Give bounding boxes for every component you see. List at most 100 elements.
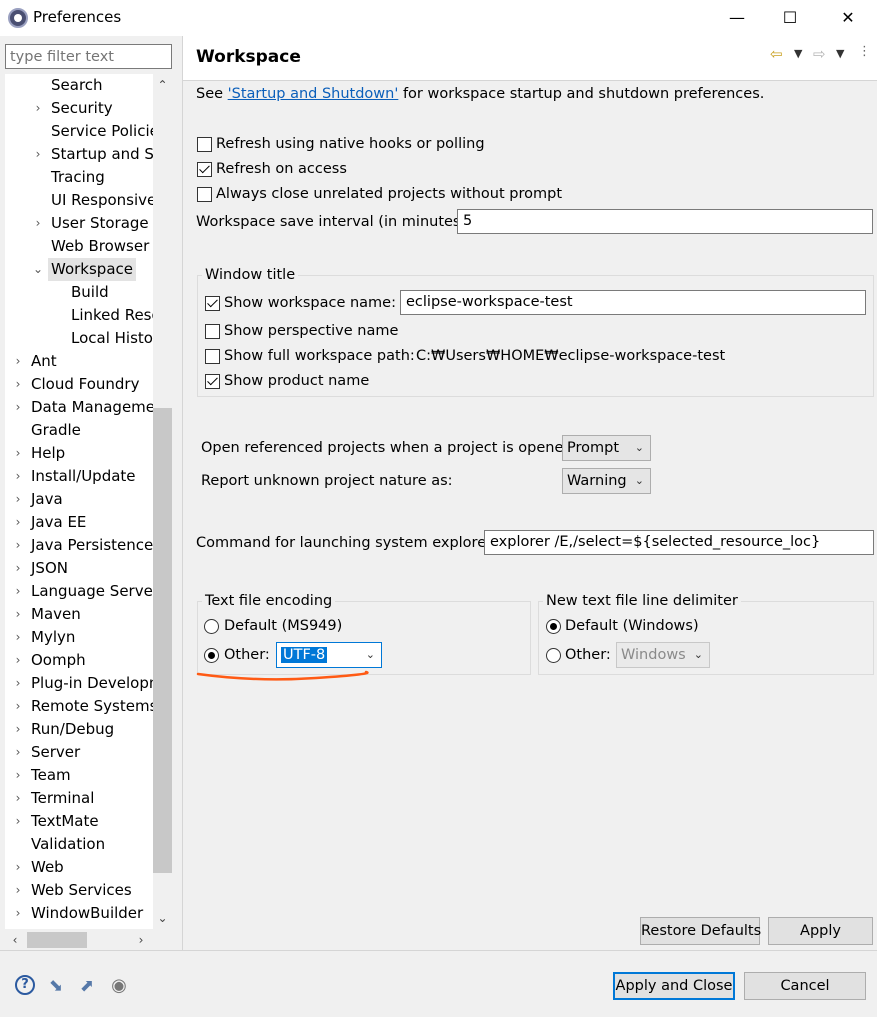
tree-item[interactable]: › JSON xyxy=(5,557,153,580)
chevron-right-icon[interactable]: › xyxy=(11,741,25,764)
tree-item[interactable]: › Maven xyxy=(5,603,153,626)
tree-item[interactable]: › Plug-in Development xyxy=(5,672,153,695)
tree-item[interactable]: Service Policies xyxy=(5,120,153,143)
tree-item[interactable]: › Java Persistence xyxy=(5,534,153,557)
cancel-button[interactable]: Cancel xyxy=(744,972,866,1000)
filter-input[interactable] xyxy=(5,44,172,69)
command-input[interactable]: explorer /E,/select=${selected_resource_… xyxy=(484,530,874,555)
tree-item[interactable]: › Mylyn xyxy=(5,626,153,649)
chevron-right-icon[interactable]: › xyxy=(11,534,25,557)
tree-item[interactable]: Local History xyxy=(5,327,153,350)
tree-item[interactable]: › WindowBuilder xyxy=(5,902,153,925)
tree-item[interactable]: Gradle xyxy=(5,419,153,442)
chevron-right-icon[interactable]: › xyxy=(11,856,25,879)
minimize-icon[interactable]: — xyxy=(712,0,762,36)
startup-shutdown-link[interactable]: 'Startup and Shutdown' xyxy=(228,86,399,102)
tree-item[interactable]: › Web Services xyxy=(5,879,153,902)
unknown-nature-select[interactable]: Warning ⌄ xyxy=(562,468,651,494)
chevron-right-icon[interactable]: › xyxy=(11,396,25,419)
chevron-right-icon[interactable]: › xyxy=(11,603,25,626)
back-history-dropdown-icon[interactable]: ▼ xyxy=(794,47,802,60)
chevron-right-icon[interactable]: › xyxy=(11,672,25,695)
chevron-right-icon[interactable]: › xyxy=(31,143,45,166)
delimiter-default-radio[interactable] xyxy=(546,619,561,634)
tree-item[interactable]: Search xyxy=(5,74,153,97)
show-workspace-name-label[interactable]: Show workspace name: xyxy=(224,295,396,311)
export-icon[interactable]: ⬈ xyxy=(76,975,98,997)
tree-item[interactable]: Tracing xyxy=(5,166,153,189)
encoding-default-radio[interactable] xyxy=(204,619,219,634)
tree-item[interactable]: › Terminal xyxy=(5,787,153,810)
tree-item[interactable]: › Language Servers xyxy=(5,580,153,603)
tree-item[interactable]: › Startup and Shutdown xyxy=(5,143,153,166)
import-icon[interactable]: ⬊ xyxy=(45,975,67,997)
scroll-left-icon[interactable]: ‹ xyxy=(6,930,24,950)
chevron-right-icon[interactable]: › xyxy=(11,465,25,488)
tree-item[interactable]: › Web xyxy=(5,856,153,879)
always-close-label[interactable]: Always close unrelated projects without … xyxy=(216,186,562,202)
chevron-right-icon[interactable]: › xyxy=(11,350,25,373)
chevron-right-icon[interactable]: › xyxy=(11,488,25,511)
tree-item[interactable]: ⌄ Workspace xyxy=(5,258,153,281)
refresh-access-label[interactable]: Refresh on access xyxy=(216,161,347,177)
forward-history-dropdown-icon[interactable]: ▼ xyxy=(836,47,844,60)
workspace-name-input[interactable]: eclipse-workspace-test xyxy=(400,290,866,315)
show-product-label[interactable]: Show product name xyxy=(224,373,369,389)
tree-item[interactable]: › Security xyxy=(5,97,153,120)
refresh-access-checkbox[interactable] xyxy=(197,162,212,177)
tree-item[interactable]: › Oomph xyxy=(5,649,153,672)
tree-item[interactable]: › Run/Debug xyxy=(5,718,153,741)
chevron-right-icon[interactable]: › xyxy=(11,810,25,833)
tree-item[interactable]: › User Storage Service xyxy=(5,212,153,235)
tree-item[interactable]: Web Browser xyxy=(5,235,153,258)
show-workspace-name-checkbox[interactable] xyxy=(205,296,220,311)
tree-vertical-scroll-thumb[interactable] xyxy=(153,408,172,873)
record-icon[interactable]: ◉ xyxy=(108,975,130,997)
tree-item[interactable]: › Team xyxy=(5,764,153,787)
chevron-right-icon[interactable]: › xyxy=(11,764,25,787)
delimiter-other-label[interactable]: Other: xyxy=(565,647,611,663)
chevron-right-icon[interactable]: › xyxy=(11,718,25,741)
chevron-right-icon[interactable]: › xyxy=(11,511,25,534)
forward-arrow-icon[interactable]: ⇨ xyxy=(813,45,826,63)
chevron-right-icon[interactable]: › xyxy=(31,212,45,235)
refresh-native-label[interactable]: Refresh using native hooks or polling xyxy=(216,136,485,152)
chevron-right-icon[interactable]: › xyxy=(31,97,45,120)
help-icon[interactable]: ? xyxy=(15,975,35,995)
tree-item[interactable]: Linked Resources xyxy=(5,304,153,327)
chevron-right-icon[interactable]: › xyxy=(11,902,25,925)
chevron-right-icon[interactable]: › xyxy=(11,787,25,810)
close-icon[interactable]: ✕ xyxy=(823,0,873,36)
delimiter-default-label[interactable]: Default (Windows) xyxy=(565,618,699,634)
show-full-path-checkbox[interactable] xyxy=(205,349,220,364)
scroll-up-icon[interactable]: ⌃ xyxy=(153,74,172,96)
encoding-other-label[interactable]: Other: xyxy=(224,647,270,663)
show-full-path-label[interactable]: Show full workspace path: xyxy=(224,348,415,364)
encoding-select[interactable]: UTF-8 ⌄ xyxy=(276,642,382,668)
open-referenced-select[interactable]: Prompt ⌄ xyxy=(562,435,651,461)
chevron-right-icon[interactable]: › xyxy=(11,373,25,396)
tree-item[interactable]: Build xyxy=(5,281,153,304)
tree-item[interactable]: › Remote Systems xyxy=(5,695,153,718)
apply-and-close-button[interactable]: Apply and Close xyxy=(613,972,735,1000)
panel-divider[interactable] xyxy=(182,36,183,950)
maximize-icon[interactable]: ☐ xyxy=(765,0,815,36)
chevron-right-icon[interactable]: › xyxy=(11,695,25,718)
always-close-checkbox[interactable] xyxy=(197,187,212,202)
scroll-right-icon[interactable]: › xyxy=(132,930,150,950)
apply-button[interactable]: Apply xyxy=(768,917,873,945)
show-perspective-label[interactable]: Show perspective name xyxy=(224,323,398,339)
chevron-right-icon[interactable]: › xyxy=(11,580,25,603)
tree-item[interactable]: › Install/Update xyxy=(5,465,153,488)
encoding-other-radio[interactable] xyxy=(204,648,219,663)
tree-item[interactable]: › Data Management xyxy=(5,396,153,419)
chevron-right-icon[interactable]: › xyxy=(11,442,25,465)
tree-item[interactable]: › Java xyxy=(5,488,153,511)
tree-item[interactable]: UI Responsiveness xyxy=(5,189,153,212)
tree-item[interactable]: Validation xyxy=(5,833,153,856)
refresh-native-checkbox[interactable] xyxy=(197,137,212,152)
chevron-right-icon[interactable]: › xyxy=(11,649,25,672)
tree-horizontal-scroll-thumb[interactable] xyxy=(27,932,87,948)
chevron-right-icon[interactable]: › xyxy=(11,626,25,649)
back-arrow-icon[interactable]: ⇦ xyxy=(770,45,783,63)
